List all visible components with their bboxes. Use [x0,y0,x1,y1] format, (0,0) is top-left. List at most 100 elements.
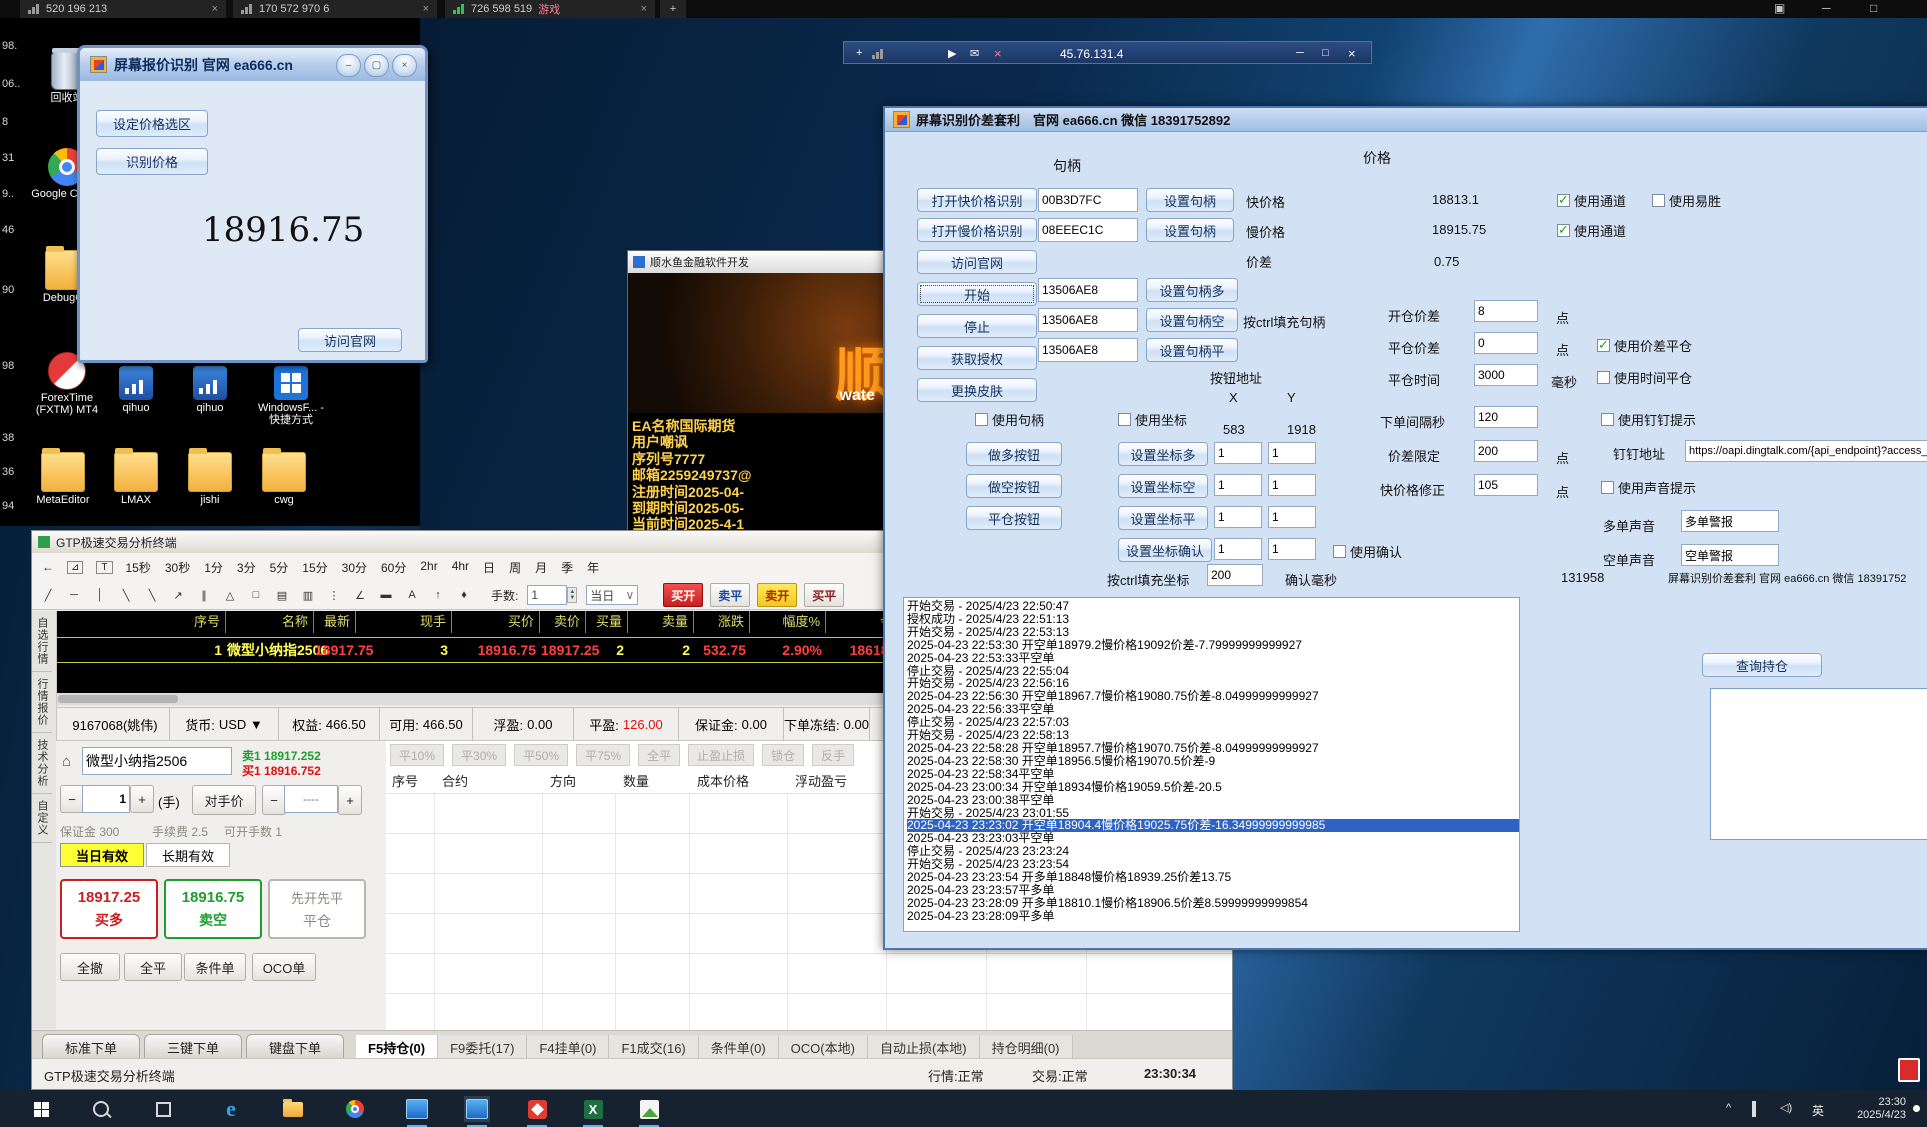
taskbar-app-x[interactable]: X [580,1096,606,1122]
quote-data-row[interactable]: 1微型小纳指250618917.75318916.7518917.2522532… [56,637,918,663]
set-price-area-button[interactable]: 设定价格选区 [96,110,208,137]
log-line[interactable]: 授权成功 - 2025/4/23 22:51:13 [907,613,1519,626]
use-yisheng-checkbox[interactable]: 使用易胜 [1652,191,1721,210]
draw-tool-icon[interactable]: ▥ [300,589,316,602]
long-handle-input[interactable]: 13506AE8 [1038,278,1138,302]
desktop-icon-metaeditor[interactable]: MetaEditor [28,452,98,506]
text-tool-icon[interactable]: T [96,561,112,574]
flat-handle-input[interactable]: 13506AE8 [1038,338,1138,362]
restore-icon[interactable]: □ [1322,47,1329,59]
close-position-button[interactable]: 先开先平平仓 [268,879,366,939]
quote-header-cell[interactable]: 现手 [356,611,452,633]
log-line[interactable]: 2025-04-23 23:23:57平多单 [907,884,1519,897]
checkbox-checked-icon[interactable] [1557,224,1570,237]
set-flat-handle-button[interactable]: 设置句柄平 [1146,338,1238,362]
buy-long-button[interactable]: 18917.25买多 [60,879,158,939]
play-icon[interactable]: ▶ [948,47,956,60]
long-sound-input[interactable]: 多单警报 [1681,510,1779,532]
quick-order-button[interactable]: 卖开 [757,583,797,607]
quote-header-cell[interactable]: 卖价 [540,611,586,633]
period-button[interactable]: 30秒 [165,559,190,576]
desktop-icon-lmax[interactable]: LMAX [104,452,168,506]
short-sound-input[interactable]: 空单警报 [1681,544,1779,566]
cancel-all-button[interactable]: 全撤 [60,953,120,981]
browser-tab-3[interactable]: 726 598 519 游戏 × [445,0,655,18]
start-button[interactable]: 开始 [917,282,1037,306]
quote-header-cell[interactable]: 序号 [56,611,226,633]
close-percent-button[interactable]: 全平 [638,744,680,766]
conditional-order-button[interactable]: 条件单 [184,953,246,981]
quick-order-button[interactable]: 买开 [663,583,703,607]
taskbar-edge[interactable]: e [218,1096,244,1122]
trade-log-list[interactable]: 开始交易 - 2025/4/23 22:50:47授权成功 - 2025/4/2… [903,597,1520,932]
draw-tool-icon[interactable]: ─ [66,589,82,602]
price-minus-button[interactable]: − [262,785,286,815]
side-tab[interactable]: 自定义 [32,794,52,843]
desktop-icon-jishi[interactable]: jishi [178,452,242,506]
period-button[interactable]: 30分 [342,559,367,576]
draw-tool-icon[interactable]: ╱ [40,589,56,602]
log-line[interactable]: 开始交易 - 2025/4/23 22:50:47 [907,600,1519,613]
log-line[interactable]: 2025-04-23 23:23:54 开多单18848慢价格18939.25价… [907,871,1519,884]
log-line[interactable]: 2025-04-23 22:58:34平空单 [907,768,1519,781]
side-tab[interactable]: 技术分析 [32,733,52,794]
close-tab-icon[interactable]: × [212,3,218,15]
fast-price-fix-input[interactable]: 105 [1474,474,1538,496]
set-coord-confirm-button[interactable]: 设置坐标确认 [1118,538,1212,562]
draw-tool-icon[interactable]: ⋮ [326,589,342,602]
taskbar-explorer[interactable] [280,1096,306,1122]
log-line[interactable]: 2025-04-23 22:53:30 开空单18979.2慢价格19092价差… [907,639,1519,652]
checkbox-icon[interactable] [1601,481,1614,494]
draw-tool-icon[interactable]: ▬ [378,589,394,602]
coord-long-x-input[interactable]: 1 [1214,442,1262,464]
quick-order-button[interactable]: 卖平 [710,583,750,607]
order-mode-tab[interactable]: 标准下单 [42,1034,140,1059]
period-button[interactable]: 3分 [237,559,256,576]
start-button[interactable] [28,1096,54,1122]
period-button[interactable]: 60分 [381,559,406,576]
qty-input[interactable]: 1 [82,785,130,813]
quote-header-cell[interactable]: 买价 [452,611,540,633]
close-percent-button[interactable]: 反手 [812,744,854,766]
pos-header[interactable]: 合约 [442,771,468,790]
desktop-icon-qihuo-2[interactable]: qihuo [178,366,242,414]
change-skin-button[interactable]: 更换皮肤 [917,378,1037,402]
close-percent-button[interactable]: 平75% [576,744,630,766]
open-spread-input[interactable]: 8 [1474,300,1538,322]
tray-language[interactable]: 英 [1812,1102,1824,1127]
period-button[interactable]: 1分 [204,559,223,576]
pos-header[interactable]: 浮动盈亏 [795,771,847,790]
browser-tab-1[interactable]: 520 196 213 × [20,0,226,18]
log-line[interactable]: 2025-04-23 23:00:34 开空单18934慢价格19059.5价差… [907,781,1519,794]
log-line[interactable]: 开始交易 - 2025/4/23 22:53:13 [907,626,1519,639]
checkbox-icon[interactable] [1601,413,1614,426]
quote-scrollbar[interactable] [56,693,918,705]
quote-header-cell[interactable]: 幅度% [750,611,826,633]
period-button[interactable]: 15秒 [126,559,151,576]
draw-tool-icon[interactable]: ∠ [352,589,368,602]
side-tab[interactable]: 自选行情 [32,611,52,672]
use-handle-checkbox[interactable]: 使用句柄 [975,410,1044,429]
draw-tool-icon[interactable]: ╲ [118,589,134,602]
set-coord-long-button[interactable]: 设置坐标多 [1118,442,1208,466]
ctrl-coord-input[interactable]: 200 [1207,564,1263,586]
new-tab-button[interactable]: + [660,0,686,18]
short-handle-input[interactable]: 13506AE8 [1038,308,1138,332]
validity-tab-gtc[interactable]: 长期有效 [146,843,230,867]
close-time-input[interactable]: 3000 [1474,364,1538,386]
log-line[interactable]: 2025-04-23 22:53:33平空单 [907,652,1519,665]
blotter-tab[interactable]: F4挂单(0) [527,1035,609,1059]
long-button[interactable]: 做多按钮 [966,442,1062,466]
lots-input[interactable]: 1 [527,585,567,605]
set-short-handle-button[interactable]: 设置句柄空 [1146,308,1238,332]
fast-handle-input[interactable]: 00B3D7FC [1038,188,1138,212]
blotter-tab[interactable]: F9委托(17) [438,1035,527,1059]
coord-long-y-input[interactable]: 1 [1268,442,1316,464]
desktop-icon-cwg[interactable]: cwg [252,452,316,506]
use-confirm-checkbox[interactable]: 使用确认 [1333,542,1402,561]
contract-input[interactable]: 微型小纳指2506 [82,747,232,775]
set-coord-flat-button[interactable]: 设置坐标平 [1118,506,1208,530]
visit-site-button[interactable]: 访问官网 [298,328,402,352]
dingtalk-url-input[interactable]: https://oapi.dingtalk.com/{api_endpoint}… [1685,440,1927,462]
quote-header-cell[interactable]: 最新 [314,611,356,633]
